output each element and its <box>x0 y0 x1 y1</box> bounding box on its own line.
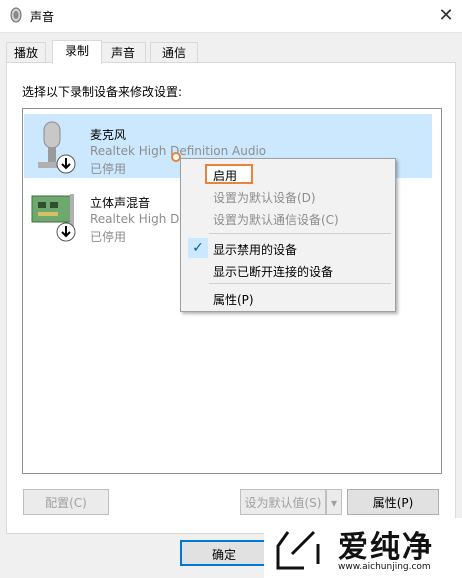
tab-playback[interactable]: 播放 <box>6 42 46 63</box>
watermark-text: 爱纯净 <box>338 530 434 565</box>
menu-separator <box>209 283 391 284</box>
context-menu: 启用 设置为默认设备(D) 设置为默认通信设备(C) ✓ 显示禁用的设备 显示已… <box>180 158 396 312</box>
tab-communications[interactable]: 通信 <box>150 42 198 63</box>
ok-button[interactable]: 确定 <box>180 540 268 566</box>
device-name: 立体声混音 <box>90 196 151 210</box>
logo-mark-icon <box>276 530 320 570</box>
menu-separator <box>209 233 391 234</box>
device-driver: Realtek High De <box>90 212 187 226</box>
instruction-text: 选择以下录制设备来修改设置: <box>22 85 183 99</box>
window-title: 声音 <box>30 10 55 24</box>
sound-card-icon <box>31 194 76 242</box>
chevron-down-icon: ▾ <box>330 496 338 510</box>
device-name: 麦克风 <box>90 128 127 142</box>
menu-item-enable[interactable]: 启用 <box>213 167 237 184</box>
device-status: 已停用 <box>90 162 127 176</box>
tab-sounds[interactable]: 声音 <box>100 42 146 63</box>
menu-item-properties[interactable]: 属性(P) <box>213 291 254 308</box>
microphone-icon <box>38 121 76 174</box>
device-status: 已停用 <box>90 230 127 244</box>
title-bar: 声音 ✕ <box>0 0 462 33</box>
tab-strip: 播放 录制 声音 通信 <box>0 40 462 64</box>
speaker-icon <box>10 7 22 23</box>
menu-item-show-disconnected[interactable]: 显示已断开连接的设备 <box>213 263 333 280</box>
properties-button[interactable]: 属性(P) <box>347 489 439 515</box>
checkmark-icon: ✓ <box>188 238 208 258</box>
menu-item-set-default-comm[interactable]: 设置为默认通信设备(C) <box>213 211 339 228</box>
set-default-button[interactable]: 设为默认值(S) <box>240 489 326 515</box>
menu-item-set-default[interactable]: 设置为默认设备(D) <box>213 189 316 206</box>
watermark-logo: 爱纯净 www.aichunjing.com <box>264 518 462 578</box>
close-icon[interactable]: ✕ <box>432 2 460 30</box>
menu-item-show-disabled[interactable]: 显示禁用的设备 <box>213 241 297 258</box>
watermark-url: www.aichunjing.com <box>338 562 431 572</box>
configure-button[interactable]: 配置(C) <box>23 489 109 515</box>
tab-recording[interactable]: 录制 <box>52 40 102 64</box>
set-default-dropdown[interactable]: ▾ <box>326 489 342 515</box>
